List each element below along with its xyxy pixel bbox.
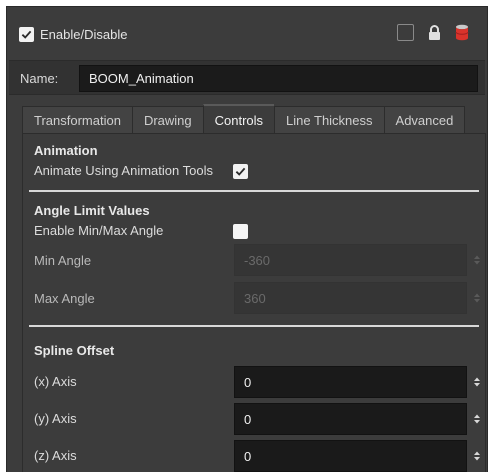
animate-using-tools-label: Animate Using Animation Tools (34, 163, 213, 178)
animation-section-title: Animation (34, 143, 98, 158)
layer-properties-panel: Enable/Disable Name: BOOM_Animation Tran… (6, 6, 488, 472)
min-angle-field[interactable]: -360 (234, 244, 467, 276)
tab-controls[interactable]: Controls (202, 104, 275, 135)
max-angle-label: Max Angle (34, 291, 95, 306)
name-row: Name: BOOM_Animation (9, 60, 485, 95)
tab-bar: Transformation Drawing Controls Line Thi… (22, 104, 466, 135)
enable-disable-row[interactable]: Enable/Disable (19, 27, 127, 42)
spinner-arrows-icon (474, 293, 480, 303)
name-input[interactable]: BOOM_Animation (79, 65, 478, 92)
enable-disable-label: Enable/Disable (40, 27, 128, 42)
min-angle-label: Min Angle (34, 253, 92, 268)
spinner-arrows-icon (474, 451, 480, 461)
checkmark-icon (21, 30, 32, 39)
tab-drawing[interactable]: Drawing (131, 106, 203, 135)
square-icon[interactable] (397, 24, 414, 41)
min-angle-spinner[interactable] (473, 254, 481, 266)
y-axis-spinner[interactable] (473, 413, 481, 425)
x-axis-label: (x) Axis (34, 374, 77, 389)
y-axis-field[interactable]: 0 (234, 403, 467, 435)
tab-line-thickness[interactable]: Line Thickness (274, 106, 384, 135)
header-icons (397, 24, 469, 41)
enable-min-max-angle-label: Enable Min/Max Angle (34, 223, 164, 238)
section-divider (29, 325, 479, 327)
angle-limit-section-title: Angle Limit Values (34, 203, 150, 218)
name-label: Name: (20, 71, 59, 86)
spline-offset-section-title: Spline Offset (34, 343, 115, 358)
enable-min-max-angle-checkbox[interactable] (233, 224, 248, 239)
spinner-arrows-icon (474, 255, 480, 265)
max-angle-field[interactable]: 360 (234, 282, 467, 314)
y-axis-label: (y) Axis (34, 411, 77, 426)
lock-icon[interactable] (428, 24, 441, 41)
checkmark-icon (235, 167, 246, 176)
spinner-arrows-icon (474, 414, 480, 424)
section-divider (29, 190, 479, 192)
x-axis-spinner[interactable] (473, 376, 481, 388)
tab-transformation[interactable]: Transformation (22, 106, 132, 135)
spinner-arrows-icon (474, 377, 480, 387)
controls-tab-content: Animation Animate Using Animation Tools … (22, 133, 486, 472)
animate-using-tools-checkbox[interactable] (233, 164, 248, 179)
max-angle-spinner[interactable] (473, 292, 481, 304)
tab-advanced[interactable]: Advanced (383, 106, 466, 135)
x-axis-field[interactable]: 0 (234, 366, 467, 398)
z-axis-label: (z) Axis (34, 448, 77, 463)
z-axis-field[interactable]: 0 (234, 440, 467, 472)
z-axis-spinner[interactable] (473, 450, 481, 462)
enable-disable-checkbox[interactable] (19, 27, 34, 42)
layer-color-icon[interactable] (455, 24, 469, 41)
